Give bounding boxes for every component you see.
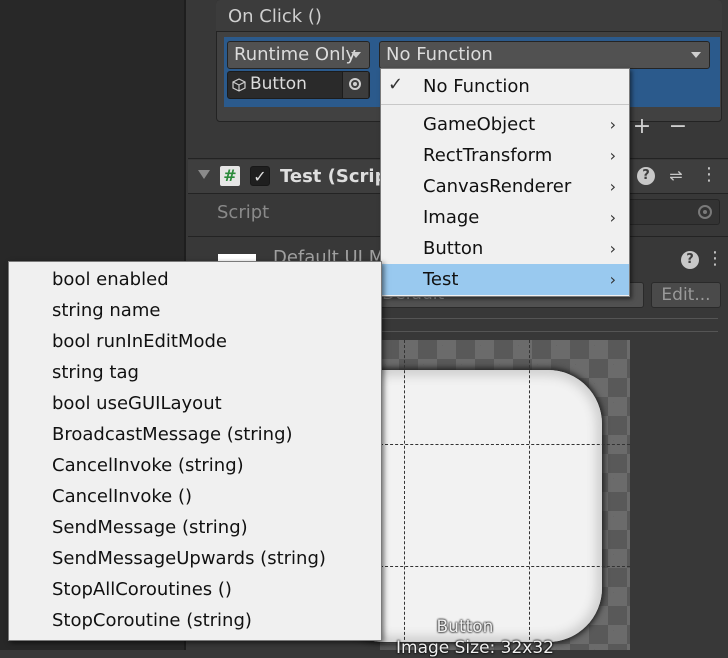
chevron-right-icon: › [609, 115, 616, 134]
menu-item-label: Button [423, 238, 484, 259]
dropdown-arrow-icon [691, 52, 701, 58]
context-menu-icon[interactable]: ⋮ [706, 248, 724, 272]
csharp-script-icon: # [220, 166, 240, 186]
add-listener-button[interactable]: + [630, 114, 654, 139]
dropdown-arrow-icon [351, 52, 361, 58]
function-dropdown[interactable]: No Function [379, 41, 710, 69]
chevron-right-icon: › [609, 208, 616, 227]
chevron-right-icon: › [609, 146, 616, 165]
function-dropdown-value: No Function [386, 44, 493, 65]
menu-item-label: CanvasRenderer [423, 176, 572, 197]
object-picker-icon[interactable] [342, 72, 368, 98]
menu-item-label: Image [423, 207, 480, 228]
menu-item-label: Test [423, 269, 459, 290]
submenu-item[interactable]: string tag [52, 357, 139, 388]
menu-item-gameobject[interactable]: GameObject › [380, 109, 630, 140]
divider [380, 318, 718, 332]
slice-guide [404, 340, 405, 650]
menu-item-label: RectTransform [423, 145, 553, 166]
runtime-dropdown[interactable]: Runtime Only [227, 41, 370, 69]
menu-item-no-function[interactable]: No Function [380, 71, 630, 102]
runtime-dropdown-value: Runtime Only [234, 44, 357, 65]
menu-item-test[interactable]: Test › [380, 264, 630, 295]
submenu-item[interactable]: StopAllCoroutines () [52, 574, 232, 605]
menu-item-label: GameObject [423, 114, 536, 135]
submenu-item[interactable]: bool useGUILayout [52, 388, 222, 419]
chevron-right-icon: › [609, 239, 616, 258]
component-title: Test (Scrip [280, 166, 388, 187]
object-field-value: Button [250, 74, 307, 94]
event-title: On Click () [228, 6, 322, 27]
preset-sliders-icon[interactable]: ⇌ [665, 166, 687, 186]
menu-item-button[interactable]: Button › [380, 233, 630, 264]
submenu-item[interactable]: bool runInEditMode [52, 326, 227, 357]
component-enabled-checkbox[interactable]: ✓ [250, 166, 270, 186]
menu-item-recttransform[interactable]: RectTransform › [380, 140, 630, 171]
chevron-right-icon: › [609, 270, 616, 289]
submenu-item[interactable]: SendMessage (string) [52, 512, 248, 543]
script-picker-icon [694, 201, 716, 223]
gameobject-cube-icon [232, 78, 246, 92]
menu-item-image[interactable]: Image › [380, 202, 630, 233]
preview-size: Image Size: 32x32 [396, 638, 554, 658]
submenu-item[interactable]: CancelInvoke (string) [52, 450, 244, 481]
context-menu-icon[interactable]: ⋮ [700, 164, 718, 188]
script-field-label: Script [217, 202, 270, 223]
preview-name: Button [436, 617, 494, 637]
help-icon[interactable]: ? [637, 167, 655, 185]
edit-shader-button[interactable]: Edit... [651, 282, 721, 308]
submenu-item[interactable]: CancelInvoke () [52, 481, 192, 512]
submenu-item[interactable]: string name [52, 295, 160, 326]
foldout-arrow-icon[interactable] [198, 170, 210, 179]
menu-separator [381, 104, 629, 105]
slice-guide [380, 566, 630, 567]
submenu-item[interactable]: BroadcastMessage (string) [52, 419, 293, 450]
menu-item-label: No Function [423, 76, 530, 97]
slice-guide [529, 340, 530, 650]
menu-item-canvasrenderer[interactable]: CanvasRenderer › [380, 171, 630, 202]
submenu-item[interactable]: StopCoroutine (string) [52, 605, 252, 636]
submenu-item[interactable]: SendMessageUpwards (string) [52, 543, 326, 574]
submenu-item[interactable]: bool enabled [52, 264, 169, 295]
chevron-right-icon: › [609, 177, 616, 196]
slice-guide [380, 444, 630, 445]
help-icon[interactable]: ? [681, 251, 699, 269]
remove-listener-button[interactable]: − [666, 114, 690, 139]
